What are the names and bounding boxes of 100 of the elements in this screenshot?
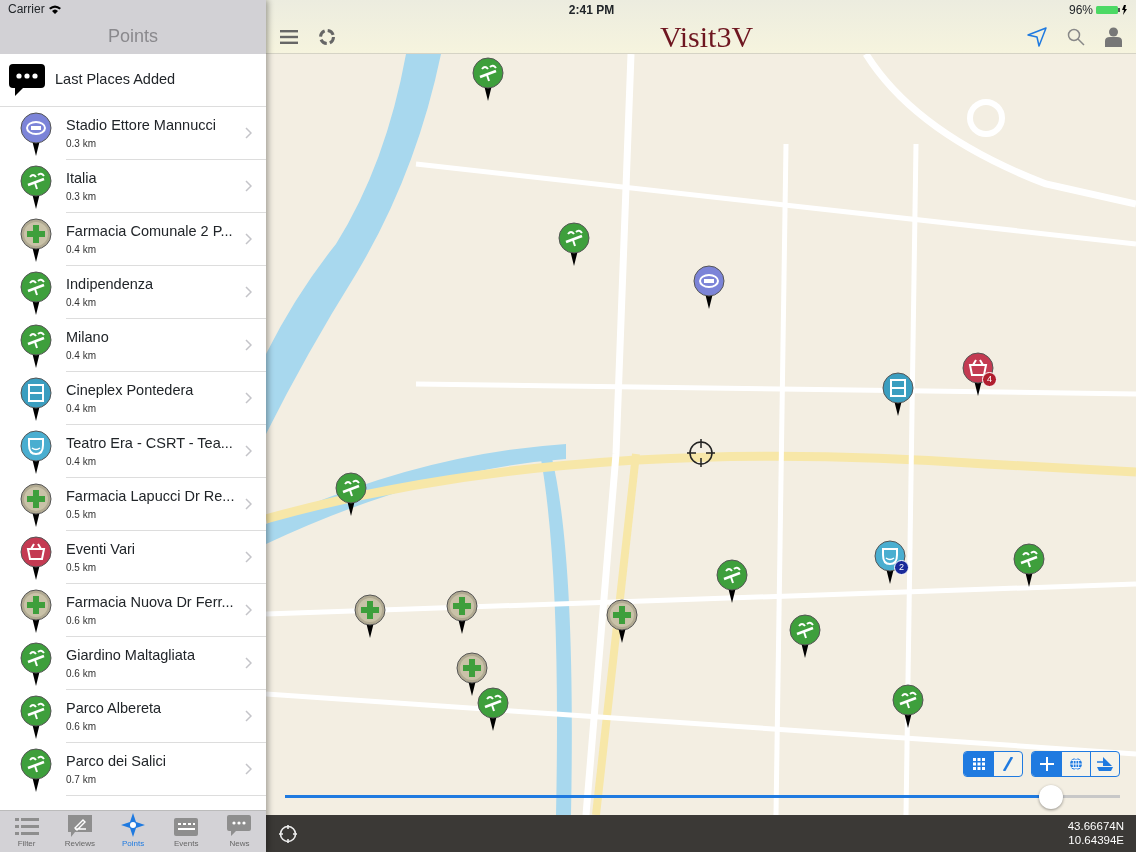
map-pin-icon bbox=[354, 594, 386, 638]
plus-icon bbox=[1039, 757, 1054, 771]
place-distance: 0.4 km bbox=[66, 296, 97, 311]
battery-percent: 96% bbox=[1069, 2, 1093, 19]
star-compass-icon bbox=[121, 813, 145, 837]
place-row[interactable]: Farmacia Comunale 2 P... 0.4 km bbox=[0, 213, 266, 266]
place-distance: 0.7 km bbox=[66, 773, 97, 788]
speech-bubble-icon bbox=[227, 815, 252, 837]
slash-icon bbox=[1003, 757, 1013, 771]
place-pin-icon bbox=[20, 323, 52, 368]
place-distance: 0.6 km bbox=[66, 667, 97, 682]
place-row[interactable]: Giardino Maltagliata 0.6 km bbox=[0, 637, 266, 690]
place-row[interactable]: Eventi Vari 0.5 km bbox=[0, 531, 266, 584]
map-pin-icon bbox=[716, 559, 748, 603]
tab-button[interactable]: Reviews bbox=[53, 811, 107, 852]
place-row[interactable]: Parco dei Salici 0.7 km bbox=[0, 743, 266, 796]
place-distance: 0.5 km bbox=[66, 561, 97, 576]
place-row[interactable]: Milano 0.4 km bbox=[0, 319, 266, 372]
place-pin-icon bbox=[20, 482, 52, 527]
crosshair-icon bbox=[687, 439, 715, 467]
chevron-icon bbox=[245, 551, 252, 563]
place-pin-icon bbox=[20, 588, 52, 633]
grid-icon bbox=[972, 758, 985, 770]
last-places-row[interactable]: Last Places Added bbox=[0, 54, 266, 107]
place-row[interactable]: Farmacia Lapucci Dr Re... 0.5 km bbox=[0, 478, 266, 531]
place-distance: 0.4 km bbox=[66, 455, 97, 470]
place-pin-icon bbox=[20, 694, 52, 739]
place-name: Farmacia Comunale 2 P... bbox=[66, 221, 234, 241]
chevron-icon bbox=[245, 127, 252, 139]
place-name: Milano bbox=[66, 327, 110, 347]
chevron-icon bbox=[245, 445, 252, 457]
tab-button[interactable]: Events bbox=[159, 811, 213, 852]
place-distance: 0.6 km bbox=[66, 614, 97, 629]
place-row[interactable]: Parco Albereta 0.6 km bbox=[0, 690, 266, 743]
place-pin-icon bbox=[20, 535, 52, 580]
pencil-note-icon bbox=[67, 815, 92, 837]
place-name: Farmacia Nuova Dr Ferr... bbox=[66, 592, 235, 612]
battery-icon bbox=[1096, 5, 1128, 15]
place-row[interactable]: Teatro Era - CSRT - Tea... 0.4 km bbox=[0, 425, 266, 478]
coordinate-text: 10.64394E bbox=[1067, 833, 1124, 847]
map-mode-button[interactable] bbox=[964, 752, 993, 776]
place-distance: 0.3 km bbox=[66, 137, 97, 152]
map-pin-icon bbox=[558, 222, 590, 266]
place-pin-icon bbox=[20, 747, 52, 792]
place-distance: 0.4 km bbox=[66, 243, 97, 258]
chevron-icon bbox=[245, 763, 252, 775]
place-name: Stadio Ettore Mannucci bbox=[66, 115, 217, 135]
list-icon bbox=[14, 817, 39, 837]
place-name: Parco Albereta bbox=[66, 698, 163, 718]
ship-icon bbox=[1097, 757, 1113, 771]
place-name: Indipendenza bbox=[66, 274, 155, 294]
map-pin-icon bbox=[789, 614, 821, 658]
place-pin-icon bbox=[20, 217, 52, 262]
map-pin-icon bbox=[892, 684, 924, 728]
keyboard-icon bbox=[173, 817, 200, 837]
chevron-icon bbox=[245, 233, 252, 245]
place-row[interactable]: Cineplex Pontedera 0.4 km bbox=[0, 372, 266, 425]
tab-button[interactable]: News bbox=[212, 811, 266, 852]
segmented-control[interactable] bbox=[1031, 751, 1120, 777]
place-pin-icon bbox=[20, 641, 52, 686]
segmented-control[interactable] bbox=[963, 751, 1023, 777]
coordinate-text: 43.66674N bbox=[1067, 820, 1124, 834]
globe-icon bbox=[1069, 757, 1083, 771]
map-pin-icon bbox=[477, 687, 509, 731]
place-pin-icon bbox=[20, 270, 52, 315]
place-name: Parco dei Salici bbox=[66, 751, 167, 771]
place-distance: 0.4 km bbox=[66, 349, 97, 364]
chevron-icon bbox=[245, 710, 252, 722]
map-pin-icon bbox=[882, 372, 914, 416]
place-name: Teatro Era - CSRT - Tea... bbox=[66, 433, 234, 453]
place-name: Giardino Maltagliata bbox=[66, 645, 196, 665]
chevron-icon bbox=[245, 498, 252, 510]
place-row[interactable]: Farmacia Nuova Dr Ferr... 0.6 km bbox=[0, 584, 266, 637]
clock-time: 2:41 PM bbox=[568, 2, 615, 19]
place-pin-icon bbox=[20, 376, 52, 421]
tab-button[interactable]: Filter bbox=[0, 811, 54, 852]
place-distance: 0.4 km bbox=[66, 402, 97, 417]
speech-bubble-icon bbox=[9, 64, 45, 96]
place-row[interactable]: Indipendenza 0.4 km bbox=[0, 266, 266, 319]
chevron-icon bbox=[245, 392, 252, 404]
map-pin-icon bbox=[446, 590, 478, 634]
place-row[interactable]: Italia 0.3 km bbox=[0, 160, 266, 213]
place-row[interactable]: Stadio Ettore Mannucci 0.3 km bbox=[0, 107, 266, 160]
location-button[interactable] bbox=[1027, 24, 1047, 49]
map-pin-icon bbox=[606, 599, 638, 643]
place-pin-icon bbox=[20, 111, 52, 156]
wifi-icon bbox=[48, 4, 61, 14]
map-mode-button[interactable] bbox=[1032, 752, 1061, 776]
map-pin-icon bbox=[335, 472, 367, 516]
map-pin-icon bbox=[472, 57, 504, 101]
place-name: Farmacia Lapucci Dr Re... bbox=[66, 486, 236, 506]
map-pin-icon bbox=[456, 652, 488, 696]
panel-title: Points bbox=[108, 24, 158, 48]
place-distance: 0.3 km bbox=[66, 190, 97, 205]
chevron-icon bbox=[245, 286, 252, 298]
map-pin-icon bbox=[1013, 543, 1045, 587]
place-name: Eventi Vari bbox=[66, 539, 137, 559]
place-distance: 0.6 km bbox=[66, 720, 97, 735]
app-title: Visit3V bbox=[658, 21, 755, 52]
place-distance: 0.5 km bbox=[66, 508, 97, 523]
